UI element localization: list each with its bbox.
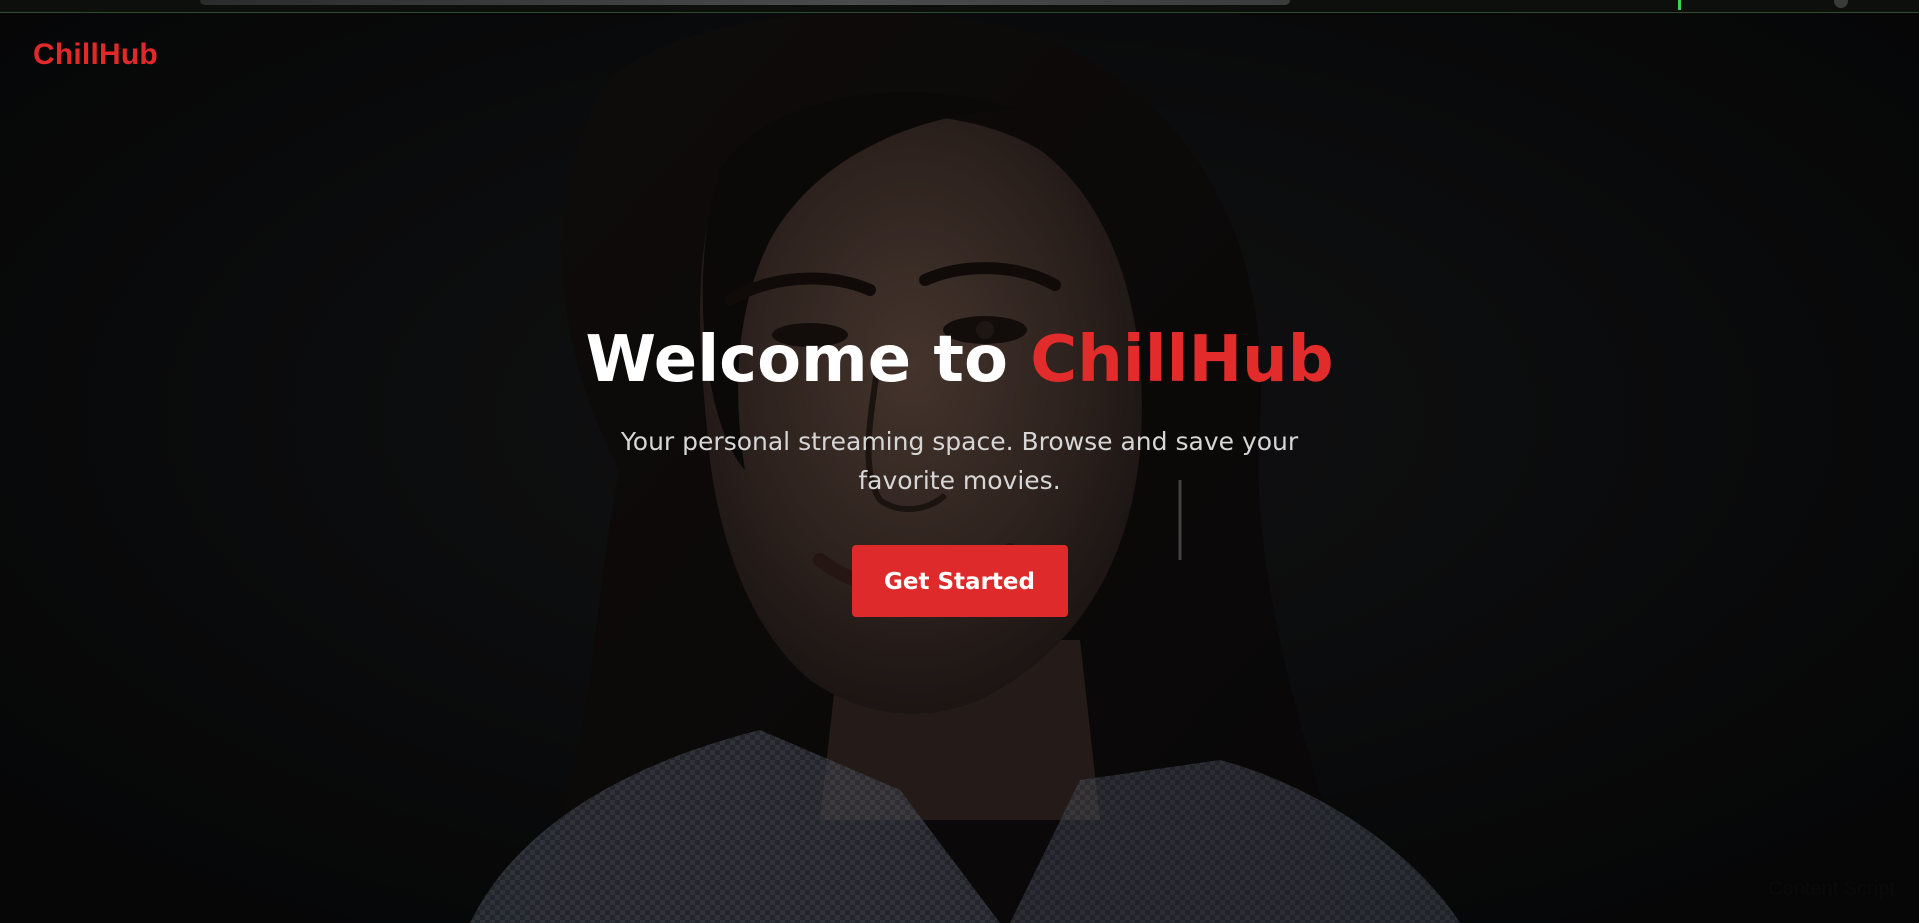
hero-section: Welcome to ChillHub Your personal stream… [0, 318, 1919, 617]
hero-subtitle: Your personal streaming space. Browse an… [620, 427, 1299, 495]
hero-title-brand: ChillHub [1030, 323, 1334, 397]
content-script-label: Content Script [1768, 878, 1895, 900]
hero-title-prefix: Welcome to [585, 323, 1031, 397]
browser-top-strip [0, 0, 1919, 13]
indicator-mark [1678, 0, 1681, 10]
toolbar-dot [1834, 0, 1848, 8]
address-bar-edge [200, 0, 1290, 5]
hero-title: Welcome to ChillHub [0, 318, 1919, 402]
landing-page: ChillHub Welcome to ChillHub Your person… [0, 0, 1919, 923]
get-started-button[interactable]: Get Started [851, 545, 1068, 617]
brand-logo[interactable]: ChillHub [33, 38, 158, 72]
